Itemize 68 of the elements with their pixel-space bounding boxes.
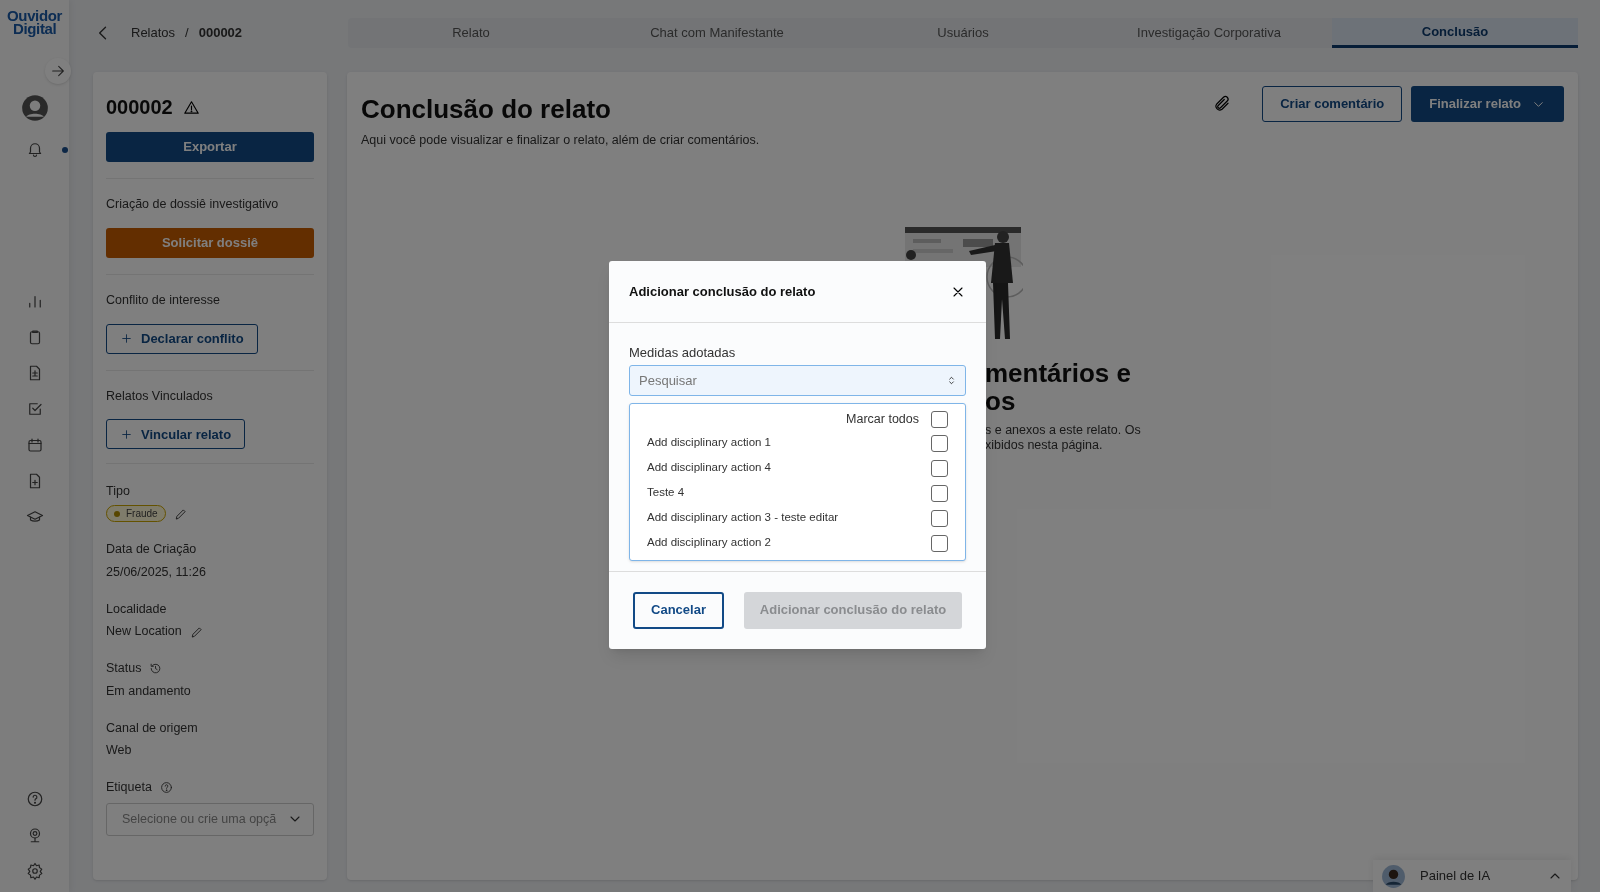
- ai-panel[interactable]: Painel de IA: [1373, 860, 1571, 892]
- empty-state-heading: mentários e: [985, 358, 1132, 387]
- search-field[interactable]: Pesquisar: [629, 364, 966, 396]
- field-value: Web: [106, 742, 132, 760]
- tab[interactable]: Investigação Corporativa: [1086, 18, 1332, 48]
- help-icon[interactable]: [25, 790, 44, 808]
- field-value: 25/06/2025, 11:26: [106, 563, 206, 581]
- logo[interactable]: Ouvidor Digital: [7, 10, 62, 36]
- export-button[interactable]: Exportar: [106, 132, 314, 162]
- tab[interactable]: Usuários: [840, 18, 1086, 48]
- empty-state-heading: os: [985, 386, 1017, 415]
- cancel-button[interactable]: Cancelar: [633, 591, 724, 629]
- add-button[interactable]: Declarar conflito: [106, 323, 258, 354]
- option-label: Add disciplinary action 3 - teste editar: [647, 510, 840, 526]
- finalize-button[interactable]: Finalizar relato: [1411, 86, 1564, 122]
- select-all-label: Marcar todos: [846, 411, 919, 429]
- field-label: Canal de origem: [106, 719, 198, 737]
- paperclip-icon[interactable]: [1213, 95, 1232, 113]
- settings-icon[interactable]: [25, 862, 44, 880]
- help-icon[interactable]: [159, 780, 173, 794]
- page-subtitle: Aqui você pode visualizar e finalizar o relato, além de criar comentários.: [361, 132, 761, 149]
- tab[interactable]: Chat com Manifestante: [594, 18, 840, 48]
- field-value: New Location: [106, 623, 182, 641]
- avatar-icon: [1381, 863, 1406, 889]
- field-value: Em andamento: [106, 682, 191, 700]
- checkbox[interactable]: [931, 459, 948, 477]
- type-badge: Fraude: [106, 505, 166, 522]
- warning-icon: [182, 98, 200, 116]
- request-button[interactable]: Solicitar dossiê: [106, 227, 314, 258]
- checkbox[interactable]: [931, 411, 948, 428]
- tag-select[interactable]: Selecione ou crie uma opçã: [106, 802, 314, 836]
- field-label: Medidas adotadas: [629, 344, 737, 362]
- checkbox[interactable]: [931, 509, 948, 527]
- pencil-icon[interactable]: [173, 506, 188, 521]
- section-label: Criação de dossiê investigativo: [106, 196, 279, 213]
- field-label: Localidade: [106, 600, 167, 618]
- field-label: Status: [106, 660, 142, 677]
- option-label: Add disciplinary action 4: [647, 460, 772, 476]
- sort-icon: [946, 374, 957, 386]
- report-id: 000002: [106, 95, 173, 120]
- add-button[interactable]: Vincular relato: [106, 419, 246, 450]
- section-label: Relatos Vinculados: [106, 387, 213, 405]
- section-label: Conflito de interesse: [106, 291, 220, 309]
- field-label: Data de Criação: [106, 541, 197, 558]
- plus-icon: [120, 332, 133, 345]
- empty-state-text: s e anexos a este relato. Os: [985, 422, 1142, 438]
- breadcrumb-separator: /: [185, 24, 189, 43]
- checkbox[interactable]: [931, 434, 948, 452]
- tab[interactable]: Relato: [348, 18, 594, 48]
- modal-title: Adicionar conclusão do relato: [629, 282, 817, 301]
- checkbox[interactable]: [931, 484, 948, 502]
- expand-button[interactable]: [45, 57, 71, 84]
- tab[interactable]: Conclusão: [1332, 18, 1578, 48]
- pencil-icon[interactable]: [189, 624, 204, 639]
- history-icon[interactable]: [149, 661, 163, 675]
- page-title: Conclusão do relato: [361, 93, 612, 126]
- checkbox[interactable]: [931, 534, 948, 552]
- empty-state-text: xibidos nesta página.: [985, 437, 1104, 453]
- field-label: Etiqueta: [106, 779, 152, 796]
- option-label: Add disciplinary action 2: [647, 535, 772, 551]
- field-label: Tipo: [106, 483, 130, 501]
- option-label: Teste 4: [647, 485, 686, 501]
- option-label: Add disciplinary action 1: [647, 435, 772, 451]
- breadcrumb-link[interactable]: Relatos: [131, 23, 176, 43]
- avatar-icon[interactable]: [20, 93, 49, 122]
- plus-icon: [120, 427, 133, 441]
- breadcrumb-current: 000002: [198, 24, 243, 43]
- comment-button[interactable]: Criar comentário: [1262, 86, 1403, 122]
